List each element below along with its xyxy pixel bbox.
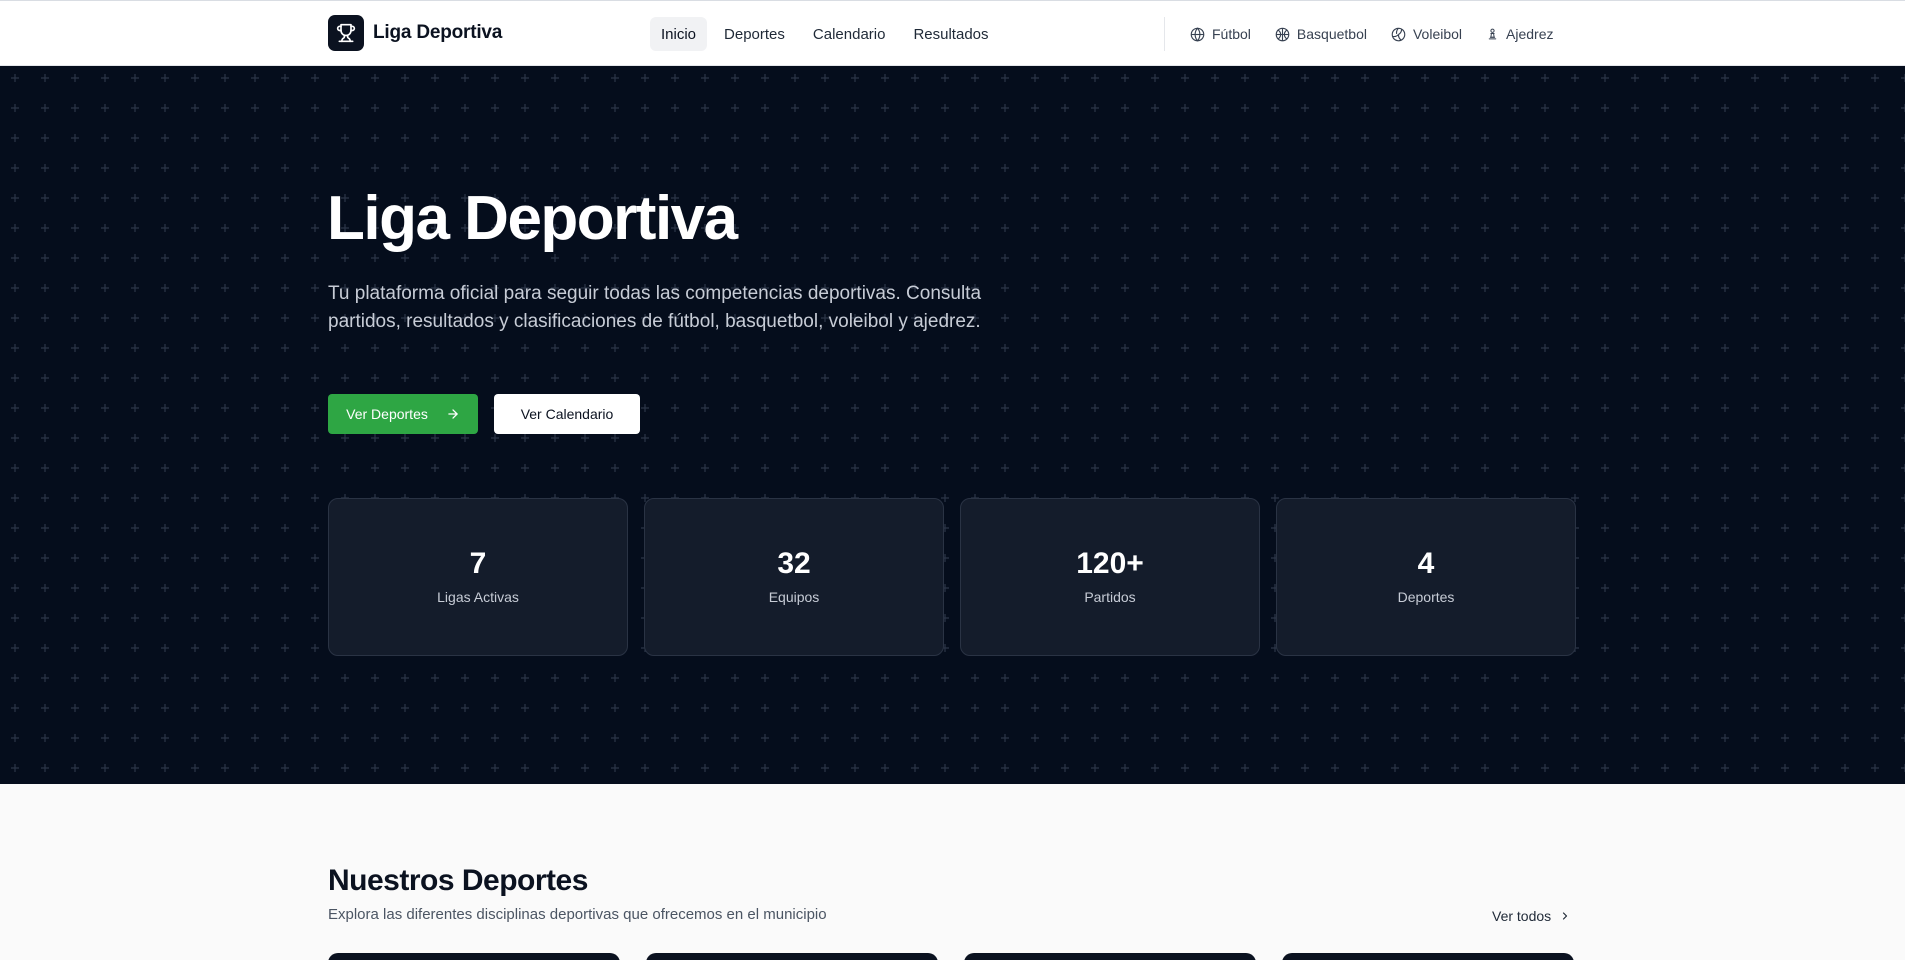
arrow-right-icon [448,409,458,419]
sport-card[interactable] [964,953,1256,960]
chevron-right-icon [1563,912,1568,920]
brand-link[interactable]: Liga Deportiva [328,15,502,51]
stat-value: 4 [1417,547,1435,580]
sport-link-basquetbol[interactable]: Basquetbol [1265,17,1377,51]
sport-quick-nav: Fútbol Basquetbol Voleibol Ajedrez [1180,17,1568,51]
section-title: Nuestros Deportes [328,864,588,897]
sport-card[interactable] [328,953,620,960]
main-nav: Inicio Deportes Calendario Resultados [650,17,1006,51]
trophy-icon [328,15,364,51]
sport-link-label: Basquetbol [1296,26,1367,42]
sport-link-ajedrez[interactable]: Ajedrez [1476,17,1563,51]
hero-subtitle: Tu plataforma oficial para seguir todas … [328,283,982,332]
sport-card[interactable] [1282,953,1574,960]
sport-card[interactable] [646,953,938,960]
sport-link-voleibol[interactable]: Voleibol [1381,17,1472,51]
sport-link-futbol[interactable]: Fútbol [1180,17,1261,51]
nav-item-resultados[interactable]: Resultados [902,17,999,51]
top-navbar: Liga Deportiva Inicio Deportes Calendari… [0,0,1905,66]
basketball-icon [1275,27,1290,41]
stat-card-deportes: 4 Deportes [1276,498,1576,656]
chess-pawn-icon [1488,28,1497,40]
nav-item-deportes[interactable]: Deportes [713,17,796,51]
sport-link-label: Ajedrez [1506,26,1554,42]
stat-card-ligas: 7 Ligas Activas [328,498,628,656]
stat-label: Deportes [1397,589,1455,605]
stat-value: 7 [469,547,487,580]
ver-todos-link[interactable]: Ver todos [1492,908,1571,924]
ver-deportes-label: Ver Deportes [346,406,428,422]
volleyball-icon [1391,27,1406,41]
ver-calendario-label: Ver Calendario [520,406,614,422]
nav-item-inicio[interactable]: Inicio [650,17,708,51]
ver-todos-label: Ver todos [1492,908,1552,924]
stat-card-equipos: 32 Equipos [644,498,944,656]
hero-section: Liga Deportiva Tu plataforma oficial par… [0,66,1905,784]
ver-calendario-button[interactable]: Ver Calendario [494,394,640,434]
stat-value: 32 [777,547,811,580]
hero-title: Liga Deportiva [327,184,738,253]
stat-label: Equipos [768,589,820,605]
ver-deportes-button[interactable]: Ver Deportes [328,394,478,434]
stats-row: 7 Ligas Activas 32 Equipos 120+ Partidos… [328,498,1592,656]
brand-name: Liga Deportiva [373,22,503,43]
globe-icon [1190,26,1205,42]
plus-pattern-background [0,66,1905,784]
sport-link-label: Fútbol [1212,26,1251,42]
section-subtitle: Explora las diferentes disciplinas depor… [328,906,827,923]
stat-card-partidos: 120+ Partidos [960,498,1260,656]
nav-item-calendario[interactable]: Calendario [802,17,897,51]
stat-label: Partidos [1084,589,1136,605]
stat-value: 120+ [1076,547,1144,580]
nav-divider [1164,17,1165,51]
sport-link-label: Voleibol [1412,26,1463,42]
stat-label: Ligas Activas [437,589,519,605]
